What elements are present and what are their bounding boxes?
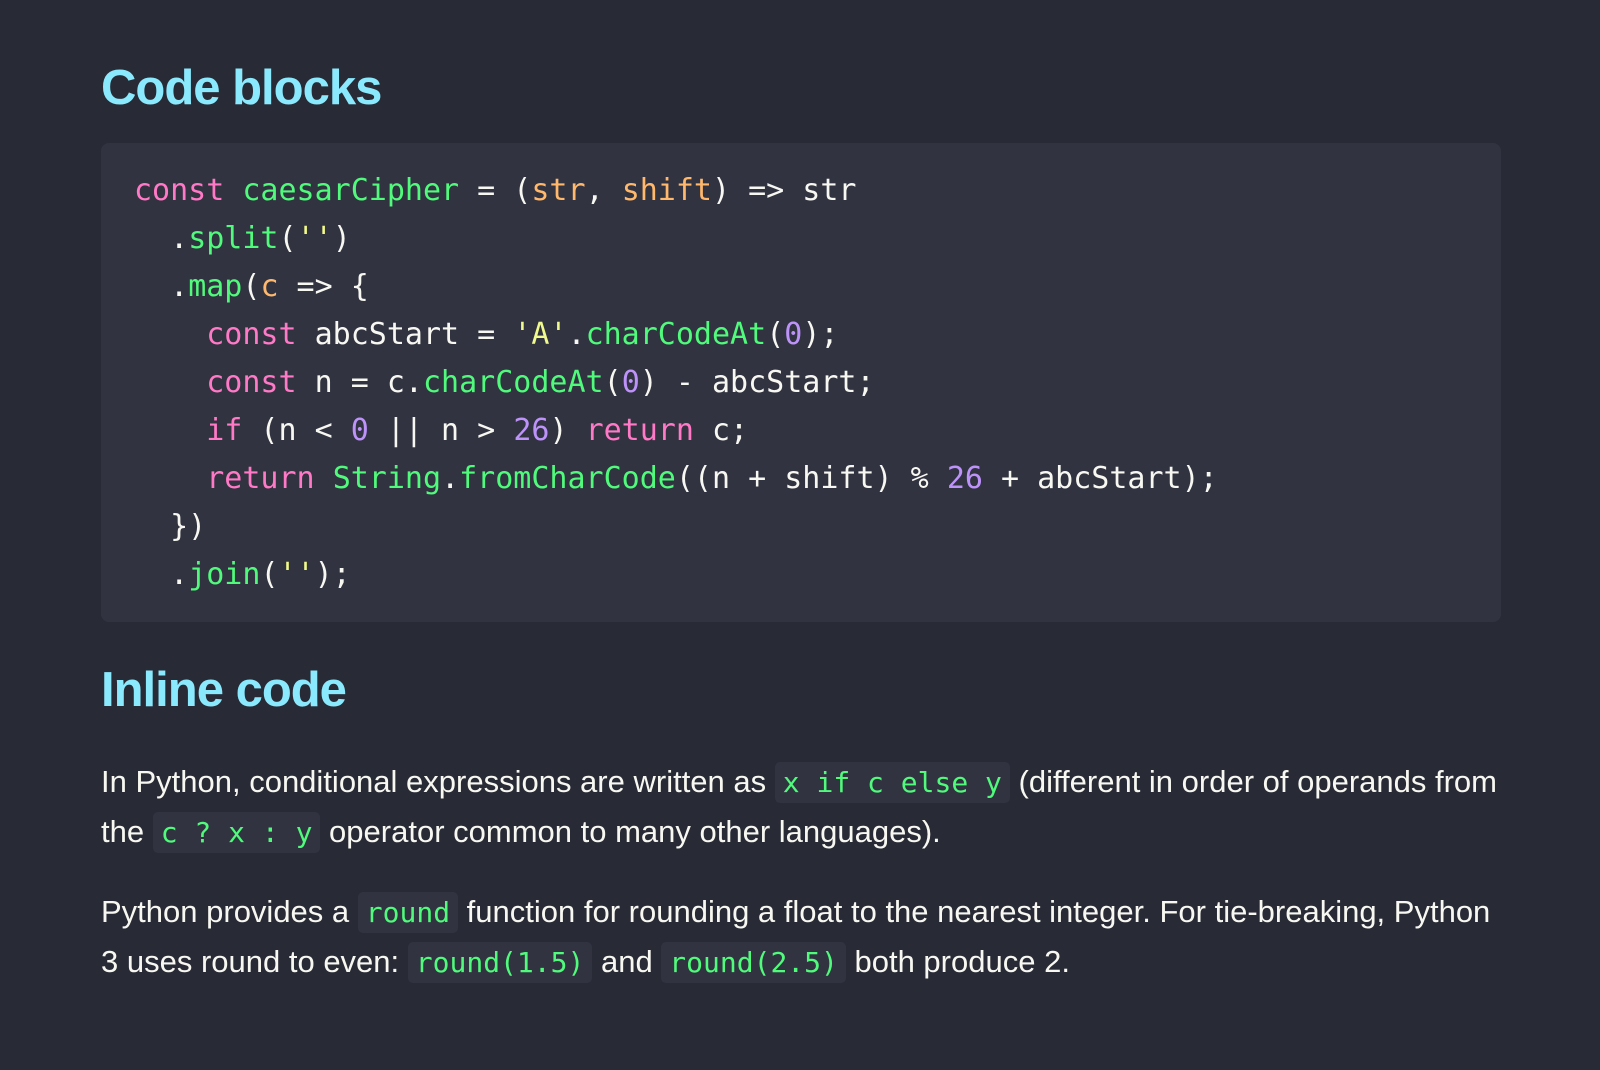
page: Code blocks const caesarCipher = (str, s… [0, 0, 1600, 1070]
code-token: ( [603, 365, 622, 400]
code-token: || n > [368, 413, 514, 448]
code-token: ( [278, 221, 297, 256]
code-token: (n < [242, 413, 351, 448]
inline-code: x if c else y [774, 762, 1010, 803]
code-token: ) [549, 413, 586, 448]
inline-code: round(2.5) [661, 942, 846, 983]
code-token: 0 [621, 365, 640, 400]
code-token: shift [621, 173, 712, 208]
code-token: '' [278, 557, 315, 592]
code-token: const [206, 317, 297, 352]
code-token: 26 [513, 413, 550, 448]
code-token: charCodeAt [585, 317, 767, 352]
code-token: c [260, 269, 279, 304]
code-token: 26 [946, 461, 983, 496]
paragraph-text: both produce 2. [845, 944, 1070, 979]
code-token: = ( [459, 173, 532, 208]
code-token: if [206, 413, 243, 448]
paragraph-text: operator common to many other languages)… [320, 814, 941, 849]
heading-code-blocks: Code blocks [101, 61, 382, 115]
code-line: .map(c => { [134, 269, 369, 304]
code-token: . [567, 317, 586, 352]
code-token: charCodeAt [423, 365, 604, 400]
code-token: ( [242, 269, 261, 304]
code-token: n = c. [296, 365, 423, 400]
code-token: const [206, 365, 297, 400]
code-token: ) [332, 221, 351, 256]
code-block: const caesarCipher = (str, shift) => str… [101, 143, 1501, 622]
inline-code: c ? x : y [152, 812, 321, 853]
code-token: map [188, 269, 243, 304]
code-token: caesarCipher [242, 173, 460, 208]
code-token: fromCharCode [459, 461, 676, 496]
paragraph-round-function: Python provides a round function for rou… [101, 887, 1501, 987]
code-content: const caesarCipher = (str, shift) => str… [134, 167, 1468, 599]
code-line: .join(''); [134, 557, 351, 592]
code-token: const [134, 173, 225, 208]
code-token: ((n + shift) % [675, 461, 947, 496]
code-line: }) [134, 509, 206, 544]
code-token: ); [314, 557, 351, 592]
heading-inline-code: Inline code [101, 663, 347, 717]
code-token: return [206, 461, 315, 496]
code-line: const abcStart = 'A'.charCodeAt(0); [134, 317, 838, 352]
code-token: abcStart = [296, 317, 514, 352]
code-line: const n = c.charCodeAt(0) - abcStart; [134, 365, 875, 400]
code-token: ); [802, 317, 839, 352]
code-token: . [441, 461, 460, 496]
code-token: ( [766, 317, 785, 352]
code-token: join [188, 557, 261, 592]
code-line: if (n < 0 || n > 26) return c; [134, 413, 748, 448]
code-line: .split('') [134, 221, 351, 256]
code-token: , [585, 173, 622, 208]
code-token: split [188, 221, 279, 256]
code-token: }) [134, 509, 207, 544]
paragraph-text: Python provides a [101, 894, 358, 929]
code-token: return [585, 413, 694, 448]
inline-code: round [357, 892, 459, 933]
code-token: ) => str [712, 173, 857, 208]
code-token: str [531, 173, 586, 208]
paragraph-conditional-expressions: In Python, conditional expressions are w… [101, 757, 1501, 857]
code-token: c; [693, 413, 749, 448]
code-token: String [332, 461, 442, 496]
paragraph-text: and [592, 944, 662, 979]
code-token: '' [296, 221, 333, 256]
code-token: . [134, 221, 189, 256]
code-token: 'A' [513, 317, 568, 352]
code-line: const caesarCipher = (str, shift) => str [134, 173, 857, 208]
code-token: 0 [350, 413, 369, 448]
code-token: . [134, 269, 189, 304]
code-token: => { [278, 269, 369, 304]
code-token: 0 [784, 317, 803, 352]
paragraph-text: In Python, conditional expressions are w… [101, 764, 775, 799]
code-line: return String.fromCharCode((n + shift) %… [134, 461, 1218, 496]
code-token: + abcStart); [982, 461, 1218, 496]
code-token: . [134, 557, 189, 592]
code-token: ( [260, 557, 279, 592]
inline-code: round(1.5) [407, 942, 593, 983]
code-token: ) - abcStart; [639, 365, 875, 400]
